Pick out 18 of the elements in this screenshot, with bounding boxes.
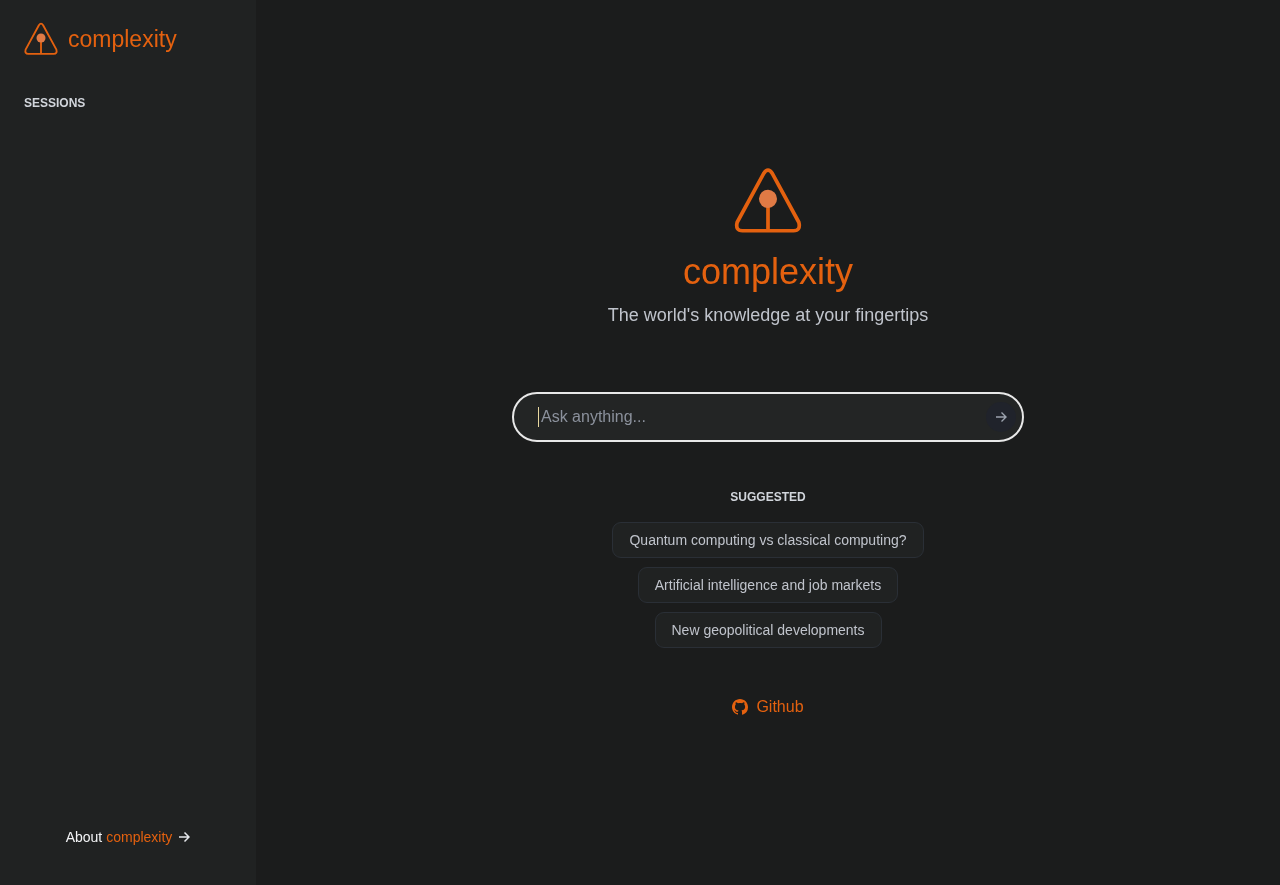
github-link[interactable]: Github <box>732 698 804 716</box>
logo-icon <box>24 22 58 56</box>
tagline: The world's knowledge at your fingertips <box>607 305 929 326</box>
search-bar[interactable]: Ask anything... <box>512 392 1024 442</box>
hero-title: complexity <box>682 251 854 293</box>
suggested-heading: SUGGESTED <box>730 490 806 504</box>
search-field[interactable]: Ask anything... <box>539 407 986 427</box>
logo-icon <box>734 167 802 235</box>
suggestion-chip[interactable]: Artificial intelligence and job markets <box>637 567 899 603</box>
sessions-heading: SESSIONS <box>24 96 87 110</box>
about-link[interactable]: About complexity <box>65 829 191 845</box>
suggestion-chip[interactable]: Quantum computing vs classical computing? <box>612 522 924 558</box>
arrow-right-icon <box>995 411 1007 423</box>
github-icon <box>732 699 749 715</box>
arrow-right-icon <box>178 831 191 843</box>
brand-name: complexity <box>68 25 177 53</box>
suggestion-chip[interactable]: New geopolitical developments <box>654 612 882 648</box>
submit-button[interactable] <box>986 402 1016 432</box>
